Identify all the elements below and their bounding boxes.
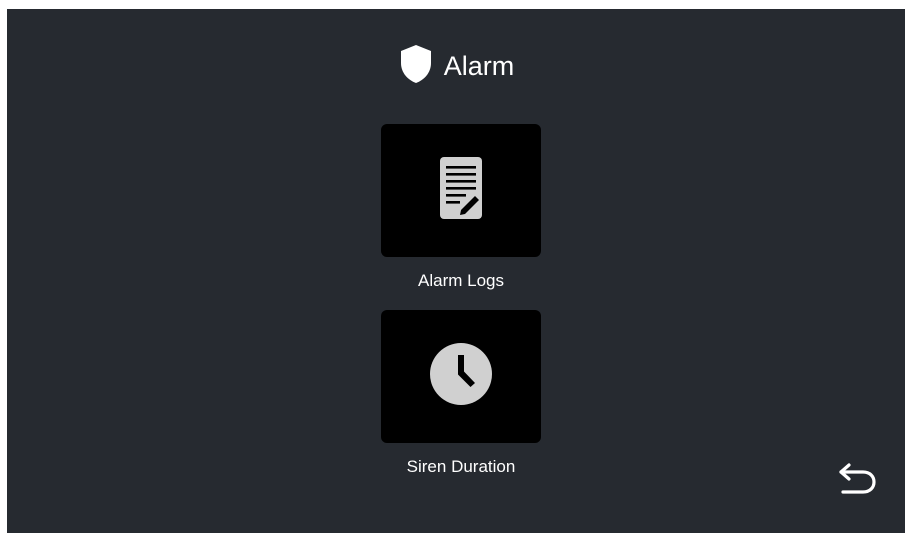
alarm-screen: Alarm Alarm Logs Siren Duration: [7, 9, 905, 533]
alarm-logs-button[interactable]: [381, 124, 541, 257]
document-edit-icon: [437, 155, 485, 226]
alarm-logs-label: Alarm Logs: [418, 271, 504, 290]
page-header: Alarm: [7, 41, 905, 91]
siren-duration-button[interactable]: [381, 310, 541, 443]
clock-icon: [429, 342, 493, 411]
page-title: Alarm: [443, 50, 515, 81]
back-arrow-icon: [837, 462, 877, 500]
back-button[interactable]: [833, 461, 881, 501]
siren-duration-label: Siren Duration: [406, 457, 516, 476]
shield-icon: [398, 43, 434, 90]
